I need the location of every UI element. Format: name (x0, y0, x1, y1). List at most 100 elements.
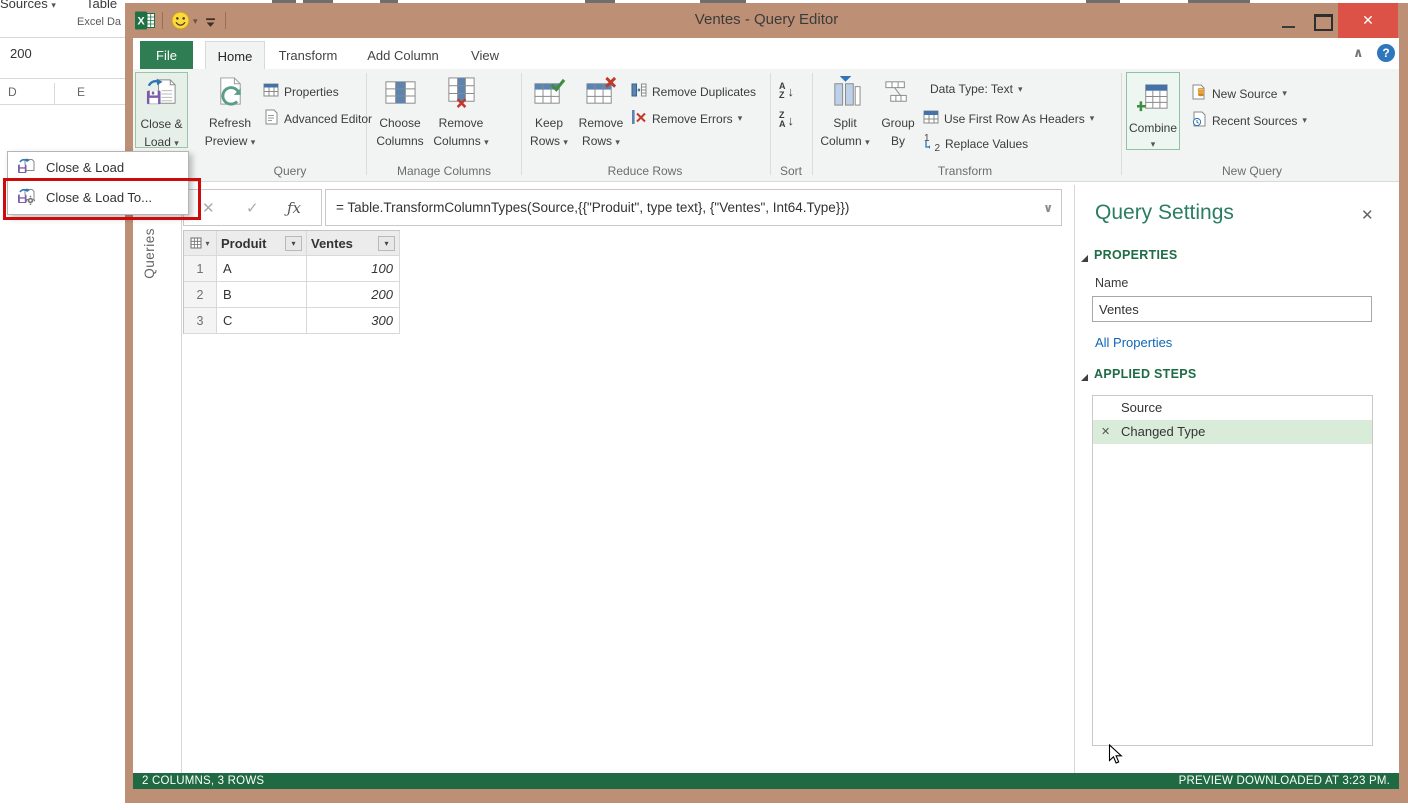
close-and-load-button[interactable]: Close & Load ▾ (135, 72, 188, 150)
all-properties-link[interactable]: All Properties (1095, 335, 1172, 350)
row-number[interactable]: 2 (184, 282, 217, 308)
formula-text[interactable]: = Table.TransformColumnTypes(Source,{{"P… (336, 190, 849, 225)
remove-errors-button[interactable]: Remove Errors ▾ (631, 109, 742, 128)
status-bar: 2 COLUMNS, 3 ROWS PREVIEW DOWNLOADED AT … (133, 773, 1399, 789)
new-source-icon (1191, 84, 1207, 103)
close-and-load-label2: Load ▾ (144, 135, 179, 150)
table-row: 1 A 100 (184, 256, 400, 282)
choose-columns-label2: Columns (376, 134, 424, 148)
sort-az-icon: AZ (779, 82, 786, 100)
filter-dropdown-button[interactable]: ▾ (285, 235, 302, 251)
queries-pane-label[interactable]: Queries (142, 228, 157, 279)
table-menu-button[interactable]: ▾ (184, 231, 217, 256)
step-changed-type[interactable]: ✕ Changed Type (1093, 420, 1372, 444)
choose-columns-button[interactable]: Choose Columns (373, 76, 427, 149)
remove-rows-icon (585, 76, 618, 113)
advanced-editor-button[interactable]: Advanced Editor (263, 109, 372, 128)
column-header-produit[interactable]: Produit ▾ (217, 231, 307, 256)
keep-rows-l1: Keep (534, 116, 564, 130)
cell-produit[interactable]: B (217, 282, 307, 308)
formula-expand-chevron-icon[interactable]: ∨ (1043, 190, 1053, 225)
replace-values-button[interactable]: 1 2 Replace Values (923, 133, 1028, 154)
group-by-button[interactable]: Group By (875, 76, 921, 149)
replace-values-icon: 1 2 (923, 133, 940, 154)
cell-produit[interactable]: A (217, 256, 307, 282)
combine-button[interactable]: Combine ▾ (1126, 72, 1180, 150)
collapse-ribbon-chevron-icon[interactable]: ∧ (1353, 45, 1364, 61)
sort-ascending-button[interactable]: AZ ↓ (779, 82, 794, 100)
menu-item-label: Close & Load (46, 159, 125, 175)
formula-bar-buttons: ✕ ✓ ƒx (183, 189, 322, 226)
row-number[interactable]: 1 (184, 256, 217, 282)
dropdown-arrow-icon: ▾ (174, 138, 179, 148)
close-icon: ✕ (1362, 12, 1374, 28)
dropdown-arrow-icon: ▾ (1017, 83, 1023, 94)
name-input[interactable] (1092, 296, 1372, 322)
bg-column-header-e[interactable]: E (77, 85, 85, 99)
remove-duplicates-button[interactable]: Remove Duplicates (631, 82, 756, 101)
row-number[interactable]: 3 (184, 308, 217, 334)
delete-step-icon[interactable]: ✕ (1101, 420, 1110, 444)
dropdown-arrow-icon: ▾ (737, 113, 743, 123)
group-label-manage-columns: Manage Columns (396, 164, 492, 178)
group-separator (521, 73, 522, 175)
filter-arrow-icon: ▾ (291, 238, 296, 248)
maximize-button[interactable] (1314, 14, 1333, 31)
tab-view[interactable]: View (465, 41, 505, 69)
new-source-button[interactable]: New Source ▾ (1191, 84, 1287, 103)
cell-ventes[interactable]: 300 (307, 308, 400, 334)
dropdown-arrow-icon: ▾ (250, 137, 256, 147)
sort-descending-button[interactable]: ZA ↓ (779, 111, 794, 129)
recent-sources-button[interactable]: Recent Sources ▾ (1191, 111, 1307, 130)
remove-rows-label2: Rows ▾ (582, 134, 620, 149)
formula-bar[interactable]: = Table.TransformColumnTypes(Source,{{"P… (325, 189, 1062, 226)
dropdown-arrow-icon: ▾ (1302, 115, 1307, 125)
cell-ventes[interactable]: 100 (307, 256, 400, 282)
keep-rows-label: Keep (535, 116, 563, 131)
column-header-ventes[interactable]: Ventes ▾ (307, 231, 400, 256)
close-button[interactable]: ✕ (1338, 3, 1398, 38)
combine-label: Combine (1128, 121, 1178, 135)
query-settings-close-icon[interactable]: ✕ (1361, 206, 1374, 224)
window-content: File Home Transform Add Column View ∧ ? (133, 38, 1399, 789)
keep-rows-icon (533, 76, 566, 113)
dropdown-arrow-icon: ▾ (1089, 113, 1095, 123)
cell-produit[interactable]: C (217, 308, 307, 334)
properties-section-header[interactable]: PROPERTIES (1081, 248, 1178, 262)
keep-rows-button[interactable]: Keep Rows ▾ (526, 76, 572, 149)
filter-dropdown-button[interactable]: ▾ (378, 235, 395, 251)
fx-icon[interactable]: ƒx (287, 190, 301, 225)
refresh-icon (214, 76, 247, 113)
step-source[interactable]: Source (1093, 396, 1372, 420)
dropdown-arrow-icon: ▾ (1282, 88, 1287, 98)
bg-sources-button[interactable]: Sources ▾ (0, 0, 56, 11)
use-first-row-label: Use First Row As Headers (944, 111, 1085, 126)
first-row-headers-icon (923, 109, 939, 128)
name-label: Name (1095, 276, 1129, 290)
cell-ventes[interactable]: 200 (307, 282, 400, 308)
minimize-button[interactable] (1282, 26, 1295, 28)
remove-rows-l1: Remove (578, 116, 624, 130)
tab-home[interactable]: Home (205, 41, 265, 70)
applied-steps-section-header[interactable]: APPLIED STEPS (1081, 367, 1197, 381)
remove-columns-button[interactable]: Remove Columns ▾ (430, 76, 492, 149)
split-column-button[interactable]: Split Column ▾ (819, 74, 871, 149)
formula-cancel-icon[interactable]: ✕ (202, 190, 215, 225)
data-type-button[interactable]: Data Type: Text ▾ (930, 82, 1022, 96)
dropdown-arrow-icon: ▾ (51, 0, 56, 10)
bg-column-header-d[interactable]: D (8, 85, 17, 99)
use-first-row-as-headers-button[interactable]: Use First Row As Headers ▾ (923, 109, 1094, 128)
tab-add-column[interactable]: Add Column (360, 41, 446, 69)
formula-check-icon[interactable]: ✓ (246, 190, 259, 225)
help-icon[interactable]: ? (1377, 44, 1395, 62)
status-left: 2 COLUMNS, 3 ROWS (142, 775, 265, 787)
refresh-preview-button[interactable]: Refresh Preview ▾ (195, 76, 265, 149)
tab-file[interactable]: File (140, 41, 193, 69)
queries-pane-divider (181, 189, 182, 773)
properties-button[interactable]: Properties (263, 82, 339, 101)
remove-rows-button[interactable]: Remove Rows ▾ (574, 76, 628, 149)
remove-duplicates-icon (631, 82, 647, 101)
table-header-row: ▾ Produit ▾ Ventes ▾ (184, 231, 400, 256)
group-separator (812, 73, 813, 175)
tab-transform[interactable]: Transform (275, 41, 341, 69)
